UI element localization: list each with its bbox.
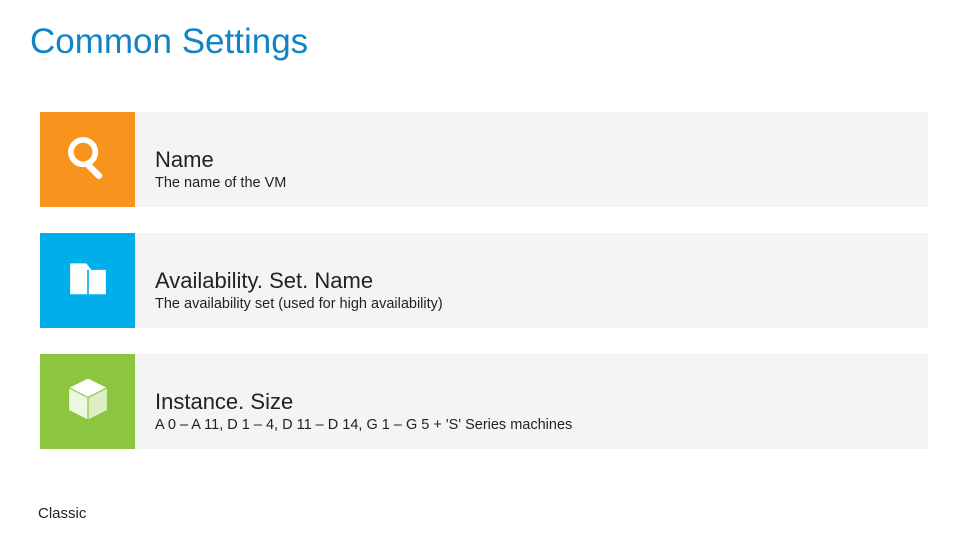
settings-list: Name The name of the VM Availability. Se… (40, 112, 928, 449)
row-desc-name: The name of the VM (155, 175, 286, 191)
footer-label: Classic (38, 505, 86, 522)
search-icon (62, 131, 114, 188)
row-desc-availability: The availability set (used for high avai… (155, 296, 443, 312)
row-title-availability: Availability. Set. Name (155, 269, 443, 293)
row-title-name: Name (155, 148, 286, 172)
cube-icon (62, 373, 114, 430)
tile-name (40, 112, 135, 207)
tile-instance (40, 354, 135, 449)
list-item: Name The name of the VM (40, 112, 928, 207)
row-desc-instance: A 0 – A 11, D 1 – 4, D 11 – D 14, G 1 – … (155, 417, 572, 433)
folder-icon (62, 252, 114, 309)
list-item: Availability. Set. Name The availability… (40, 233, 928, 328)
page-title: Common Settings (30, 22, 308, 62)
list-item: Instance. Size A 0 – A 11, D 1 – 4, D 11… (40, 354, 928, 449)
tile-availability (40, 233, 135, 328)
row-title-instance: Instance. Size (155, 390, 572, 414)
